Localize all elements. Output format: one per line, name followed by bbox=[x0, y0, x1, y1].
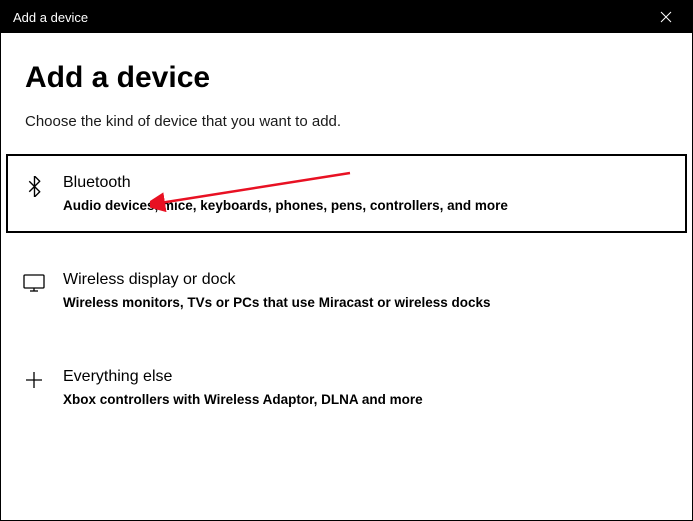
page-heading: Add a device bbox=[25, 61, 668, 95]
option-text: Bluetooth Audio devices, mice, keyboards… bbox=[63, 174, 670, 213]
titlebar-title: Add a device bbox=[13, 10, 652, 25]
option-desc: Wireless monitors, TVs or PCs that use M… bbox=[63, 295, 670, 310]
plus-icon bbox=[23, 369, 45, 391]
option-title: Wireless display or dock bbox=[63, 271, 670, 289]
option-wireless-display[interactable]: Wireless display or dock Wireless monito… bbox=[1, 251, 692, 330]
bluetooth-icon bbox=[23, 175, 45, 197]
display-icon bbox=[23, 272, 45, 294]
options-list: Bluetooth Audio devices, mice, keyboards… bbox=[1, 154, 692, 427]
content: Add a device Choose the kind of device t… bbox=[1, 33, 692, 427]
titlebar: Add a device bbox=[1, 1, 692, 33]
option-title: Everything else bbox=[63, 368, 670, 386]
option-bluetooth[interactable]: Bluetooth Audio devices, mice, keyboards… bbox=[6, 154, 687, 233]
option-text: Wireless display or dock Wireless monito… bbox=[63, 271, 670, 310]
option-title: Bluetooth bbox=[63, 174, 670, 192]
option-desc: Xbox controllers with Wireless Adaptor, … bbox=[63, 392, 670, 407]
close-button[interactable] bbox=[652, 3, 680, 31]
close-icon bbox=[660, 11, 672, 23]
option-text: Everything else Xbox controllers with Wi… bbox=[63, 368, 670, 407]
page-subheading: Choose the kind of device that you want … bbox=[25, 113, 668, 130]
option-everything-else[interactable]: Everything else Xbox controllers with Wi… bbox=[1, 348, 692, 427]
option-desc: Audio devices, mice, keyboards, phones, … bbox=[63, 198, 670, 213]
